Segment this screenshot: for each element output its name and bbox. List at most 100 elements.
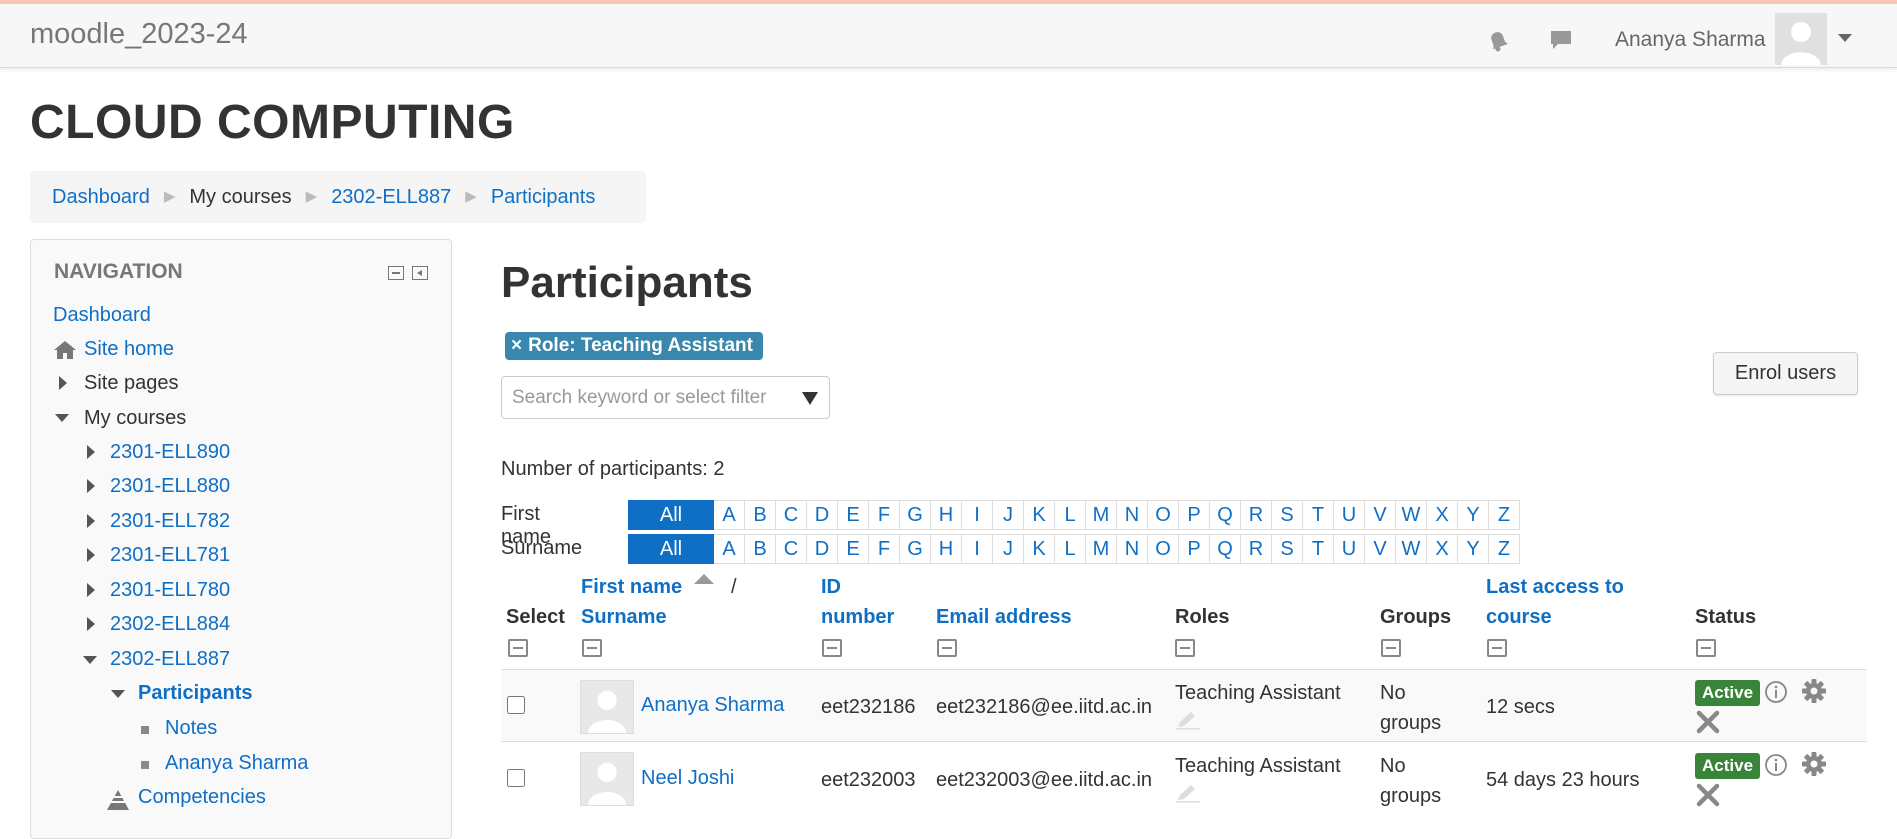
bell-icon[interactable] (1484, 26, 1512, 54)
breadcrumb-dashboard[interactable]: Dashboard (52, 186, 150, 208)
surname-letter-d[interactable]: D (807, 534, 838, 564)
firstname-letter-u[interactable]: U (1334, 500, 1365, 530)
nav-my-courses[interactable]: My courses (84, 407, 186, 430)
sort-ascending-icon[interactable] (694, 574, 714, 584)
firstname-letter-e[interactable]: E (838, 500, 869, 530)
user-menu-name[interactable]: Ananya Sharma (1615, 28, 1766, 52)
firstname-letter-b[interactable]: B (745, 500, 776, 530)
nav-course-2301-ell781[interactable]: 2301-ELL781 (110, 544, 230, 567)
surname-letter-e[interactable]: E (838, 534, 869, 564)
nav-course-2302-ell884[interactable]: 2302-ELL884 (110, 613, 230, 636)
surname-letter-k[interactable]: K (1024, 534, 1055, 564)
info-icon[interactable] (1764, 680, 1788, 704)
expand-icon[interactable] (87, 445, 95, 459)
collapse-icon[interactable] (111, 690, 125, 698)
nav-course-2301-ell782[interactable]: 2301-ELL782 (110, 510, 230, 533)
hide-column-icon[interactable] (1381, 639, 1401, 657)
surname-letter-a[interactable]: A (714, 534, 745, 564)
firstname-all-button[interactable]: All (628, 500, 714, 530)
gear-icon[interactable] (1801, 751, 1827, 777)
last-access-header[interactable]: Last access to (1486, 572, 1624, 602)
firstname-letter-k[interactable]: K (1024, 500, 1055, 530)
role-filter-chip[interactable]: × Role: Teaching Assistant (505, 332, 763, 360)
nav-course-2301-ell780[interactable]: 2301-ELL780 (110, 579, 230, 602)
firstname-letter-w[interactable]: W (1396, 500, 1427, 530)
firstname-letter-y[interactable]: Y (1458, 500, 1489, 530)
surname-header[interactable]: Surname (581, 602, 667, 632)
firstname-letter-f[interactable]: F (869, 500, 900, 530)
surname-letter-w[interactable]: W (1396, 534, 1427, 564)
chevron-down-icon[interactable] (1838, 34, 1852, 42)
firstname-letter-c[interactable]: C (776, 500, 807, 530)
firstname-letter-t[interactable]: T (1303, 500, 1334, 530)
nav-course-2301-ell890[interactable]: 2301-ELL890 (110, 441, 230, 464)
surname-letter-m[interactable]: M (1086, 534, 1117, 564)
firstname-letter-h[interactable]: H (931, 500, 962, 530)
surname-letter-h[interactable]: H (931, 534, 962, 564)
surname-letter-b[interactable]: B (745, 534, 776, 564)
unenrol-icon[interactable] (1695, 709, 1721, 735)
hide-column-icon[interactable] (508, 639, 528, 657)
id-number-header[interactable]: ID (821, 572, 841, 602)
firstname-letter-x[interactable]: X (1427, 500, 1458, 530)
surname-letter-p[interactable]: P (1179, 534, 1210, 564)
firstname-letter-m[interactable]: M (1086, 500, 1117, 530)
firstname-letter-q[interactable]: Q (1210, 500, 1241, 530)
nav-site-pages[interactable]: Site pages (84, 372, 179, 395)
firstname-header[interactable]: First name (581, 572, 682, 602)
firstname-letter-i[interactable]: I (962, 500, 993, 530)
surname-letter-i[interactable]: I (962, 534, 993, 564)
dropdown-arrow-icon[interactable] (802, 392, 818, 405)
hide-column-icon[interactable] (1487, 639, 1507, 657)
collapse-block-icon[interactable] (388, 266, 404, 280)
email-header[interactable]: Email address (936, 602, 1072, 632)
info-icon[interactable] (1764, 753, 1788, 777)
surname-letter-r[interactable]: R (1241, 534, 1272, 564)
close-icon[interactable]: × (511, 335, 522, 356)
id-number-header-line2[interactable]: number (821, 602, 894, 632)
row-select-checkbox[interactable] (507, 769, 525, 787)
hide-column-icon[interactable] (937, 639, 957, 657)
firstname-letter-n[interactable]: N (1117, 500, 1148, 530)
unenrol-icon[interactable] (1695, 782, 1721, 808)
expand-icon[interactable] (87, 617, 95, 631)
nav-notes[interactable]: Notes (165, 717, 217, 740)
firstname-letter-j[interactable]: J (993, 500, 1024, 530)
enrol-users-button[interactable]: Enrol users (1713, 352, 1858, 395)
nav-course-2301-ell880[interactable]: 2301-ELL880 (110, 475, 230, 498)
firstname-letter-r[interactable]: R (1241, 500, 1272, 530)
search-filter-box[interactable] (501, 376, 830, 419)
user-picture[interactable] (580, 680, 634, 734)
surname-letter-z[interactable]: Z (1489, 534, 1520, 564)
nav-site-home[interactable]: Site home (84, 338, 174, 361)
hide-column-icon[interactable] (1696, 639, 1716, 657)
search-input[interactable] (502, 377, 792, 418)
user-picture[interactable] (580, 752, 634, 806)
expand-icon[interactable] (87, 514, 95, 528)
last-access-header-line2[interactable]: course (1486, 602, 1552, 632)
firstname-letter-o[interactable]: O (1148, 500, 1179, 530)
surname-letter-y[interactable]: Y (1458, 534, 1489, 564)
nav-course-2302-ell887[interactable]: 2302-ELL887 (110, 648, 230, 671)
firstname-letter-s[interactable]: S (1272, 500, 1303, 530)
edit-roles-icon[interactable] (1175, 783, 1201, 803)
collapse-icon[interactable] (55, 414, 69, 422)
firstname-letter-z[interactable]: Z (1489, 500, 1520, 530)
nav-participants[interactable]: Participants (138, 682, 252, 705)
hide-column-icon[interactable] (822, 639, 842, 657)
surname-letter-t[interactable]: T (1303, 534, 1334, 564)
surname-letter-n[interactable]: N (1117, 534, 1148, 564)
expand-icon[interactable] (87, 548, 95, 562)
firstname-letter-a[interactable]: A (714, 500, 745, 530)
expand-icon[interactable] (59, 376, 67, 390)
expand-icon[interactable] (87, 479, 95, 493)
surname-letter-l[interactable]: L (1055, 534, 1086, 564)
collapse-icon[interactable] (83, 656, 97, 664)
surname-letter-j[interactable]: J (993, 534, 1024, 564)
row-select-checkbox[interactable] (507, 696, 525, 714)
surname-letter-g[interactable]: G (900, 534, 931, 564)
breadcrumb-participants[interactable]: Participants (491, 186, 596, 208)
firstname-letter-l[interactable]: L (1055, 500, 1086, 530)
participant-name-link[interactable]: Ananya Sharma (641, 690, 784, 720)
firstname-letter-p[interactable]: P (1179, 500, 1210, 530)
